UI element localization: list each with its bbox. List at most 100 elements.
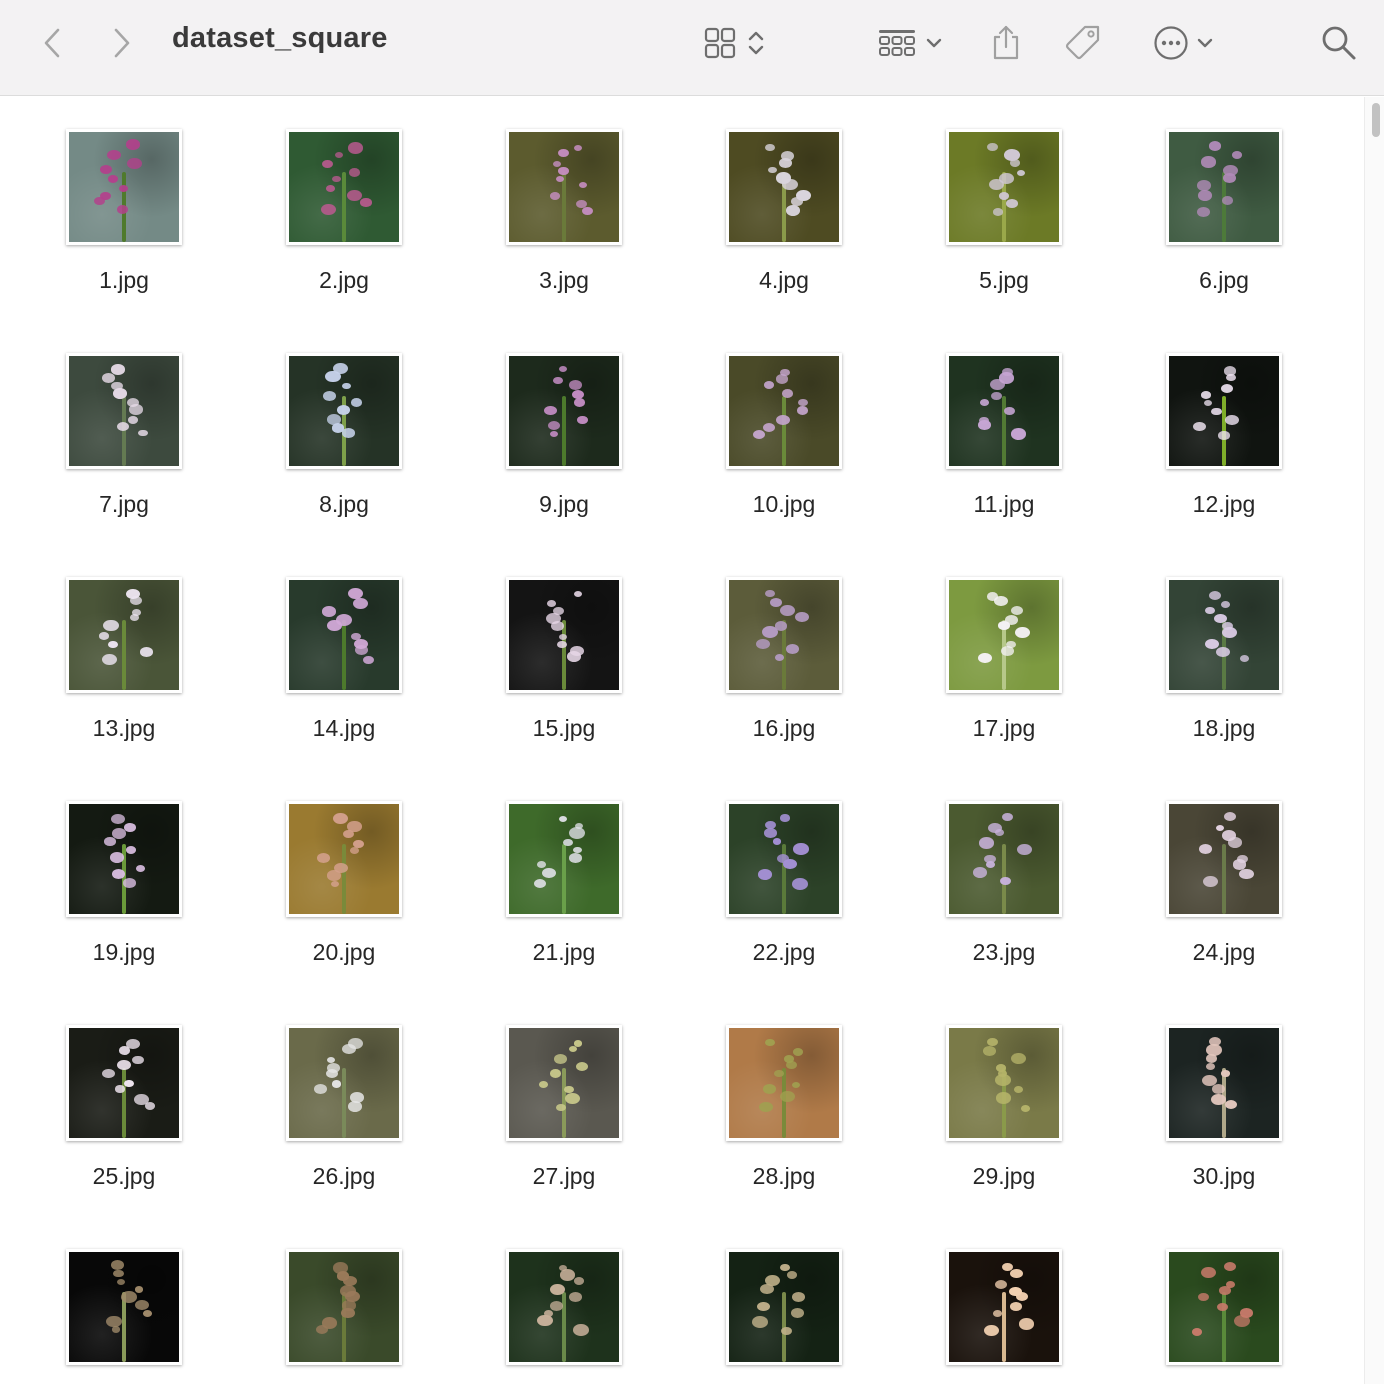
file-thumbnail[interactable] [286, 1249, 402, 1365]
vertical-scrollbar[interactable] [1364, 97, 1384, 1384]
file-thumbnail[interactable] [286, 129, 402, 245]
file-item[interactable]: 18.jpg [1122, 567, 1322, 767]
file-name: 18.jpg [1192, 715, 1256, 741]
file-thumbnail[interactable] [726, 577, 842, 693]
file-name: 16.jpg [752, 715, 816, 741]
flower-photo [509, 1252, 619, 1362]
flower-photo [949, 132, 1059, 242]
file-thumbnail[interactable] [506, 1249, 622, 1365]
more-actions-button[interactable] [1146, 0, 1222, 86]
file-thumbnail[interactable] [66, 129, 182, 245]
file-item[interactable]: 3.jpg [462, 119, 662, 319]
file-item[interactable]: 23.jpg [902, 791, 1102, 991]
scrollbar-thumb[interactable] [1372, 103, 1380, 137]
file-thumbnail[interactable] [1166, 353, 1282, 469]
file-name: 2.jpg [319, 267, 369, 293]
file-item[interactable]: 17.jpg [902, 567, 1102, 767]
file-thumbnail[interactable] [726, 801, 842, 917]
file-thumbnail[interactable] [286, 801, 402, 917]
forward-button[interactable] [104, 0, 140, 86]
file-item[interactable]: 25.jpg [22, 1015, 222, 1215]
file-name: 14.jpg [312, 715, 376, 741]
flower-photo [949, 356, 1059, 466]
file-name: 10.jpg [752, 491, 816, 517]
flower-photo [69, 1252, 179, 1362]
file-thumbnail[interactable] [66, 801, 182, 917]
file-item[interactable]: 9.jpg [462, 343, 662, 543]
file-item[interactable] [22, 1239, 222, 1384]
file-item[interactable]: 14.jpg [242, 567, 442, 767]
file-item[interactable]: 12.jpg [1122, 343, 1322, 543]
file-item[interactable]: 8.jpg [242, 343, 442, 543]
file-item[interactable]: 29.jpg [902, 1015, 1102, 1215]
share-icon [993, 25, 1019, 60]
flower-photo [289, 1252, 399, 1362]
file-item[interactable]: 22.jpg [682, 791, 882, 991]
file-item[interactable]: 1.jpg [22, 119, 222, 319]
file-item[interactable] [1122, 1239, 1322, 1384]
file-thumbnail[interactable] [66, 353, 182, 469]
file-item[interactable]: 30.jpg [1122, 1015, 1322, 1215]
file-item[interactable]: 19.jpg [22, 791, 222, 991]
file-thumbnail[interactable] [726, 1249, 842, 1365]
file-item[interactable]: 28.jpg [682, 1015, 882, 1215]
file-item[interactable]: 6.jpg [1122, 119, 1322, 319]
file-thumbnail[interactable] [946, 1025, 1062, 1141]
file-item[interactable]: 26.jpg [242, 1015, 442, 1215]
file-thumbnail[interactable] [1166, 1025, 1282, 1141]
file-thumbnail[interactable] [66, 1025, 182, 1141]
file-item[interactable]: 16.jpg [682, 567, 882, 767]
file-thumbnail[interactable] [946, 577, 1062, 693]
file-item[interactable]: 11.jpg [902, 343, 1102, 543]
file-item[interactable]: 10.jpg [682, 343, 882, 543]
flower-photo [509, 1028, 619, 1138]
file-thumbnail[interactable] [726, 353, 842, 469]
group-by-button[interactable] [870, 0, 950, 86]
tag-button[interactable] [1060, 0, 1106, 86]
file-item[interactable]: 7.jpg [22, 343, 222, 543]
flower-photo [509, 580, 619, 690]
file-thumbnail[interactable] [726, 1025, 842, 1141]
file-thumbnail[interactable] [506, 577, 622, 693]
chevron-updown-icon [748, 31, 764, 55]
file-item[interactable] [682, 1239, 882, 1384]
file-thumbnail[interactable] [726, 129, 842, 245]
file-item[interactable]: 4.jpg [682, 119, 882, 319]
file-thumbnail[interactable] [506, 129, 622, 245]
file-thumbnail[interactable] [286, 353, 402, 469]
flower-photo [729, 580, 839, 690]
share-button[interactable] [984, 0, 1028, 86]
file-item[interactable]: 5.jpg [902, 119, 1102, 319]
file-thumbnail[interactable] [946, 353, 1062, 469]
file-thumbnail[interactable] [1166, 801, 1282, 917]
file-item[interactable]: 24.jpg [1122, 791, 1322, 991]
search-button[interactable] [1316, 0, 1362, 86]
file-thumbnail[interactable] [506, 353, 622, 469]
file-thumbnail[interactable] [286, 1025, 402, 1141]
file-item[interactable]: 13.jpg [22, 567, 222, 767]
file-thumbnail[interactable] [1166, 1249, 1282, 1365]
back-button[interactable] [34, 0, 70, 86]
file-thumbnail[interactable] [506, 1025, 622, 1141]
file-thumbnail[interactable] [946, 1249, 1062, 1365]
file-name: 27.jpg [532, 1163, 596, 1189]
file-item[interactable] [242, 1239, 442, 1384]
file-item[interactable] [902, 1239, 1102, 1384]
file-item[interactable]: 20.jpg [242, 791, 442, 991]
file-item[interactable]: 21.jpg [462, 791, 662, 991]
file-thumbnail[interactable] [286, 577, 402, 693]
file-thumbnail[interactable] [66, 1249, 182, 1365]
flower-photo [1169, 580, 1279, 690]
file-thumbnail[interactable] [1166, 129, 1282, 245]
file-thumbnail[interactable] [506, 801, 622, 917]
file-thumbnail[interactable] [946, 129, 1062, 245]
file-item[interactable] [462, 1239, 662, 1384]
file-item[interactable]: 2.jpg [242, 119, 442, 319]
file-thumbnail[interactable] [1166, 577, 1282, 693]
file-thumbnail[interactable] [946, 801, 1062, 917]
view-mode-button[interactable] [694, 0, 776, 86]
file-item[interactable]: 15.jpg [462, 567, 662, 767]
file-item[interactable]: 27.jpg [462, 1015, 662, 1215]
file-thumbnail[interactable] [66, 577, 182, 693]
file-name: 22.jpg [752, 939, 816, 965]
